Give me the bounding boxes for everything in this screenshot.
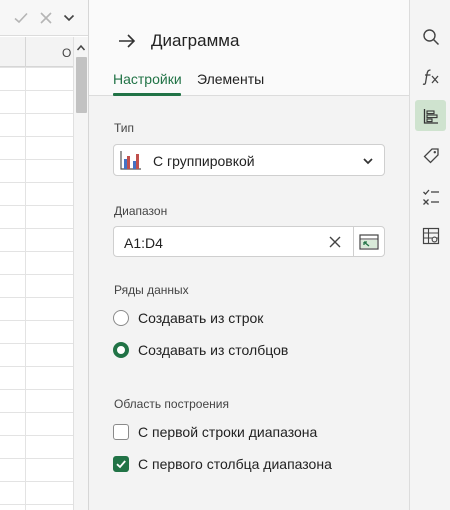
clustered-column-chart-icon [120, 151, 141, 170]
series-section-label: Ряды данных [114, 283, 189, 297]
range-value: A1:D4 [124, 235, 163, 251]
rows-radio-label: Создавать из строк [138, 310, 264, 326]
clear-x-icon[interactable] [328, 235, 342, 249]
series-from-rows-option[interactable]: Создавать из строк [113, 307, 263, 329]
tab-elements[interactable]: Элементы [197, 71, 264, 87]
checklist-icon[interactable] [415, 181, 446, 212]
type-section-label: Тип [114, 121, 135, 135]
first-row-label: С первой строки диапазона [138, 424, 318, 440]
series-from-columns-option[interactable]: Создавать из столбцов [113, 339, 288, 361]
spreadsheet-area: O [0, 0, 89, 510]
first-row-checkbox[interactable] [113, 424, 129, 440]
chevron-down-icon [363, 158, 373, 165]
scrollbar-thumb[interactable] [76, 57, 87, 113]
chart-type-value: С группировкой [153, 153, 255, 169]
column-letter: O [62, 46, 72, 60]
tab-settings[interactable]: Настройки [113, 71, 182, 87]
chart-type-dropdown[interactable]: С группировкой [113, 144, 385, 176]
columns-radio[interactable] [113, 342, 129, 358]
scroll-up-arrow-icon[interactable] [76, 43, 86, 53]
formula-bar [0, 0, 88, 36]
select-range-button[interactable] [353, 226, 385, 257]
right-toolbar [409, 0, 450, 510]
range-section-label: Диапазон [114, 204, 168, 218]
panel-title: Диаграмма [151, 31, 240, 50]
plot-area-section-label: Область построения [114, 397, 229, 411]
active-tab-indicator [113, 93, 181, 96]
select-range-icon [359, 233, 379, 250]
checkmark-icon [116, 460, 126, 469]
vertical-scrollbar[interactable] [73, 37, 88, 510]
panel-header: Диаграмма Настройки Элементы [89, 0, 409, 96]
rows-radio[interactable] [113, 310, 129, 326]
first-column-checkbox[interactable] [113, 456, 129, 472]
range-input[interactable]: A1:D4 [113, 226, 354, 257]
table-settings-icon[interactable] [415, 220, 446, 251]
confirm-check-icon[interactable] [12, 9, 30, 27]
search-icon[interactable] [415, 21, 446, 52]
cancel-x-icon[interactable] [37, 9, 55, 27]
first-row-option[interactable]: С первой строки диапазона [113, 421, 317, 443]
expand-chevron-icon[interactable] [60, 9, 78, 27]
tag-icon[interactable] [415, 140, 446, 171]
chart-settings-icon[interactable] [415, 100, 446, 131]
columns-radio-label: Создавать из столбцов [138, 342, 289, 358]
chart-panel: Диаграмма Настройки Элементы Тип С групп… [89, 0, 409, 510]
first-column-option[interactable]: С первого столбца диапазона [113, 453, 332, 475]
function-icon[interactable] [415, 61, 446, 92]
column-separator [25, 37, 26, 67]
first-column-label: С первого столбца диапазона [138, 456, 332, 472]
cell-grid[interactable] [0, 67, 73, 510]
back-arrow-icon[interactable] [116, 30, 138, 52]
